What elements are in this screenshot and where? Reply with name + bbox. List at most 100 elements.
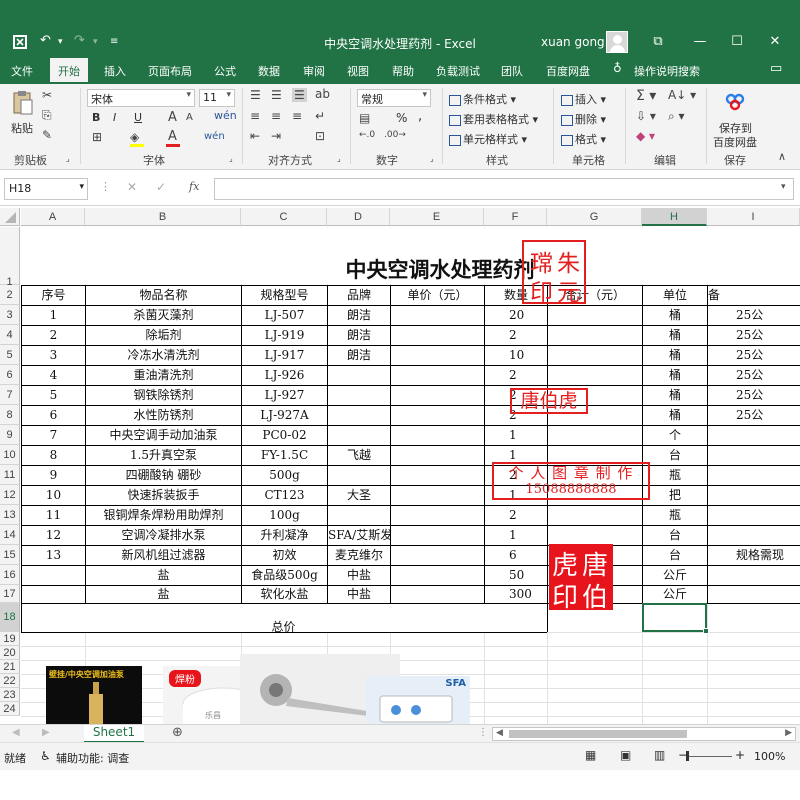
table-cell[interactable]: CT123 (242, 486, 327, 505)
table-cell[interactable]: 公斤 (643, 566, 707, 585)
tab-insert[interactable]: 插入 (104, 63, 126, 79)
page-break-view-icon[interactable]: ▥ (654, 748, 665, 762)
table-cell[interactable]: 1 (485, 426, 547, 445)
column-header-d[interactable]: D (327, 208, 390, 226)
clear-icon[interactable]: ◆ ▾ (636, 129, 655, 143)
sort-filter-icon[interactable]: A↓ ▾ (668, 88, 696, 102)
table-cell[interactable]: 把 (643, 486, 707, 505)
table-cell[interactable]: 朗洁 (328, 326, 390, 345)
tab-formulas[interactable]: 公式 (214, 63, 236, 79)
paste-icon[interactable] (12, 90, 34, 119)
table-cell[interactable] (391, 506, 484, 525)
table-cell[interactable]: 食品级500g (242, 566, 327, 585)
table-cell[interactable] (22, 566, 85, 585)
tab-view[interactable]: 视图 (347, 63, 369, 79)
table-cell[interactable]: 12 (22, 526, 85, 545)
table-cell[interactable]: 桶 (643, 346, 707, 365)
table-cell[interactable]: 6 (485, 546, 547, 565)
table-cell[interactable]: 升利凝净 (242, 526, 327, 545)
table-cell[interactable] (328, 366, 390, 385)
table-cell[interactable] (391, 486, 484, 505)
phonetic-guide-icon[interactable]: wén (204, 131, 225, 142)
borders-icon[interactable]: ⊞ (92, 130, 102, 144)
number-launcher-icon[interactable]: ⌟ (430, 154, 434, 163)
table-cell[interactable] (328, 386, 390, 405)
find-select-icon[interactable]: ⌕ ▾ (668, 109, 685, 124)
table-cell[interactable]: LJ-507 (242, 306, 327, 325)
increase-decimal-icon[interactable]: ←.0 (359, 130, 375, 140)
table-cell[interactable] (328, 466, 390, 485)
table-cell[interactable]: 初效 (242, 546, 327, 565)
column-header-a[interactable]: A (21, 208, 85, 226)
table-cell[interactable]: 7 (22, 426, 85, 445)
table-cell[interactable]: 25公 (708, 366, 800, 385)
select-all-button[interactable] (0, 208, 20, 226)
collapse-ribbon-icon[interactable]: ∧ (778, 150, 786, 163)
insert-cells-button[interactable]: 插入 ▾ (561, 91, 606, 107)
align-bottom-icon[interactable]: ☰ (292, 88, 307, 102)
format-cells-button[interactable]: 格式 ▾ (561, 131, 606, 147)
italic-button[interactable]: I (113, 111, 116, 124)
underline-button[interactable]: U (134, 111, 142, 124)
table-cell[interactable] (708, 506, 800, 525)
row-header-5[interactable]: 5 (0, 345, 20, 365)
worksheet-grid[interactable]: ABCDEFGHI 1 2 3 4 5 6 7 8 9 10 11 12 13 14 15 16 17 18 19 2… (0, 206, 800, 724)
scroll-right-icon[interactable]: ▶ (785, 728, 792, 738)
table-cell[interactable]: 300 (485, 586, 547, 603)
zoom-slider-thumb[interactable] (686, 751, 689, 761)
table-cell[interactable]: 500g (242, 466, 327, 485)
table-cell[interactable]: 快速拆装扳手 (86, 486, 241, 505)
table-cell[interactable] (391, 426, 484, 445)
table-cell[interactable]: 5 (22, 386, 85, 405)
row-header-3[interactable]: 3 (0, 305, 20, 325)
row-header-8[interactable]: 8 (0, 405, 20, 425)
user-name[interactable]: xuan gong (541, 35, 605, 49)
maximize-button[interactable]: ☐ (722, 32, 752, 52)
ribbon-display-options-button[interactable]: ⧉ (643, 32, 673, 52)
tab-baidu-netdisk[interactable]: 百度网盘 (546, 63, 590, 79)
table-cell[interactable]: 水性防锈剂 (86, 406, 241, 425)
sheet-tab-sheet1[interactable]: Sheet1 (84, 725, 144, 743)
product-image-oil-pump[interactable]: 壁挂/中央空调加油泵 (46, 666, 142, 724)
fill-color-icon[interactable]: ◈ (130, 130, 139, 144)
table-cell[interactable]: LJ-927 (242, 386, 327, 405)
table-cell[interactable]: 公斤 (643, 586, 707, 603)
align-top-icon[interactable]: ☰ (250, 88, 261, 102)
comma-style-button[interactable]: , (418, 109, 422, 124)
cancel-entry-icon[interactable]: ✕ (127, 180, 137, 194)
table-cell[interactable]: 100g (242, 506, 327, 525)
row-header-12[interactable]: 12 (0, 485, 20, 505)
percent-style-button[interactable]: % (396, 111, 407, 125)
font-launcher-icon[interactable]: ⌟ (229, 154, 233, 163)
align-right-icon[interactable]: ≡ (292, 109, 302, 123)
font-name-select[interactable]: 宋体 ▾ (87, 89, 195, 107)
table-cell[interactable] (708, 486, 800, 505)
row-header-15[interactable]: 15 (0, 545, 20, 565)
phonetic-icon[interactable]: wén (214, 109, 237, 122)
table-cell[interactable]: 50 (485, 566, 547, 585)
table-cell[interactable]: 3 (22, 346, 85, 365)
table-cell[interactable]: 软化水盐 (242, 586, 327, 603)
table-cell[interactable]: 规格需现 (708, 546, 800, 565)
comments-icon[interactable]: ▭ (770, 61, 782, 76)
conditional-formatting-button[interactable]: 条件格式 ▾ (449, 91, 516, 107)
merge-center-icon[interactable]: ⊡ (315, 129, 325, 143)
column-header-h[interactable]: H (642, 208, 707, 226)
bold-button[interactable]: B (92, 111, 100, 124)
cell-styles-button[interactable]: 单元格样式 ▾ (449, 131, 527, 147)
normal-view-icon[interactable]: ▦ (585, 748, 596, 762)
table-cell[interactable]: 台 (643, 546, 707, 565)
row-header-20[interactable]: 20 (0, 646, 20, 660)
table-cell[interactable]: 11 (22, 506, 85, 525)
decrease-indent-icon[interactable]: ⇤ (250, 129, 260, 143)
tab-help[interactable]: 帮助 (392, 63, 414, 79)
zoom-level[interactable]: 100% (754, 750, 785, 763)
table-cell[interactable] (391, 526, 484, 545)
table-cell[interactable]: 桶 (643, 366, 707, 385)
table-cell[interactable]: 个 (643, 426, 707, 445)
column-header-c[interactable]: C (241, 208, 327, 226)
table-cell[interactable] (708, 446, 800, 465)
table-cell[interactable] (548, 326, 642, 345)
tab-load-test[interactable]: 负载测试 (436, 63, 480, 79)
format-as-table-button[interactable]: 套用表格格式 ▾ (449, 111, 538, 127)
